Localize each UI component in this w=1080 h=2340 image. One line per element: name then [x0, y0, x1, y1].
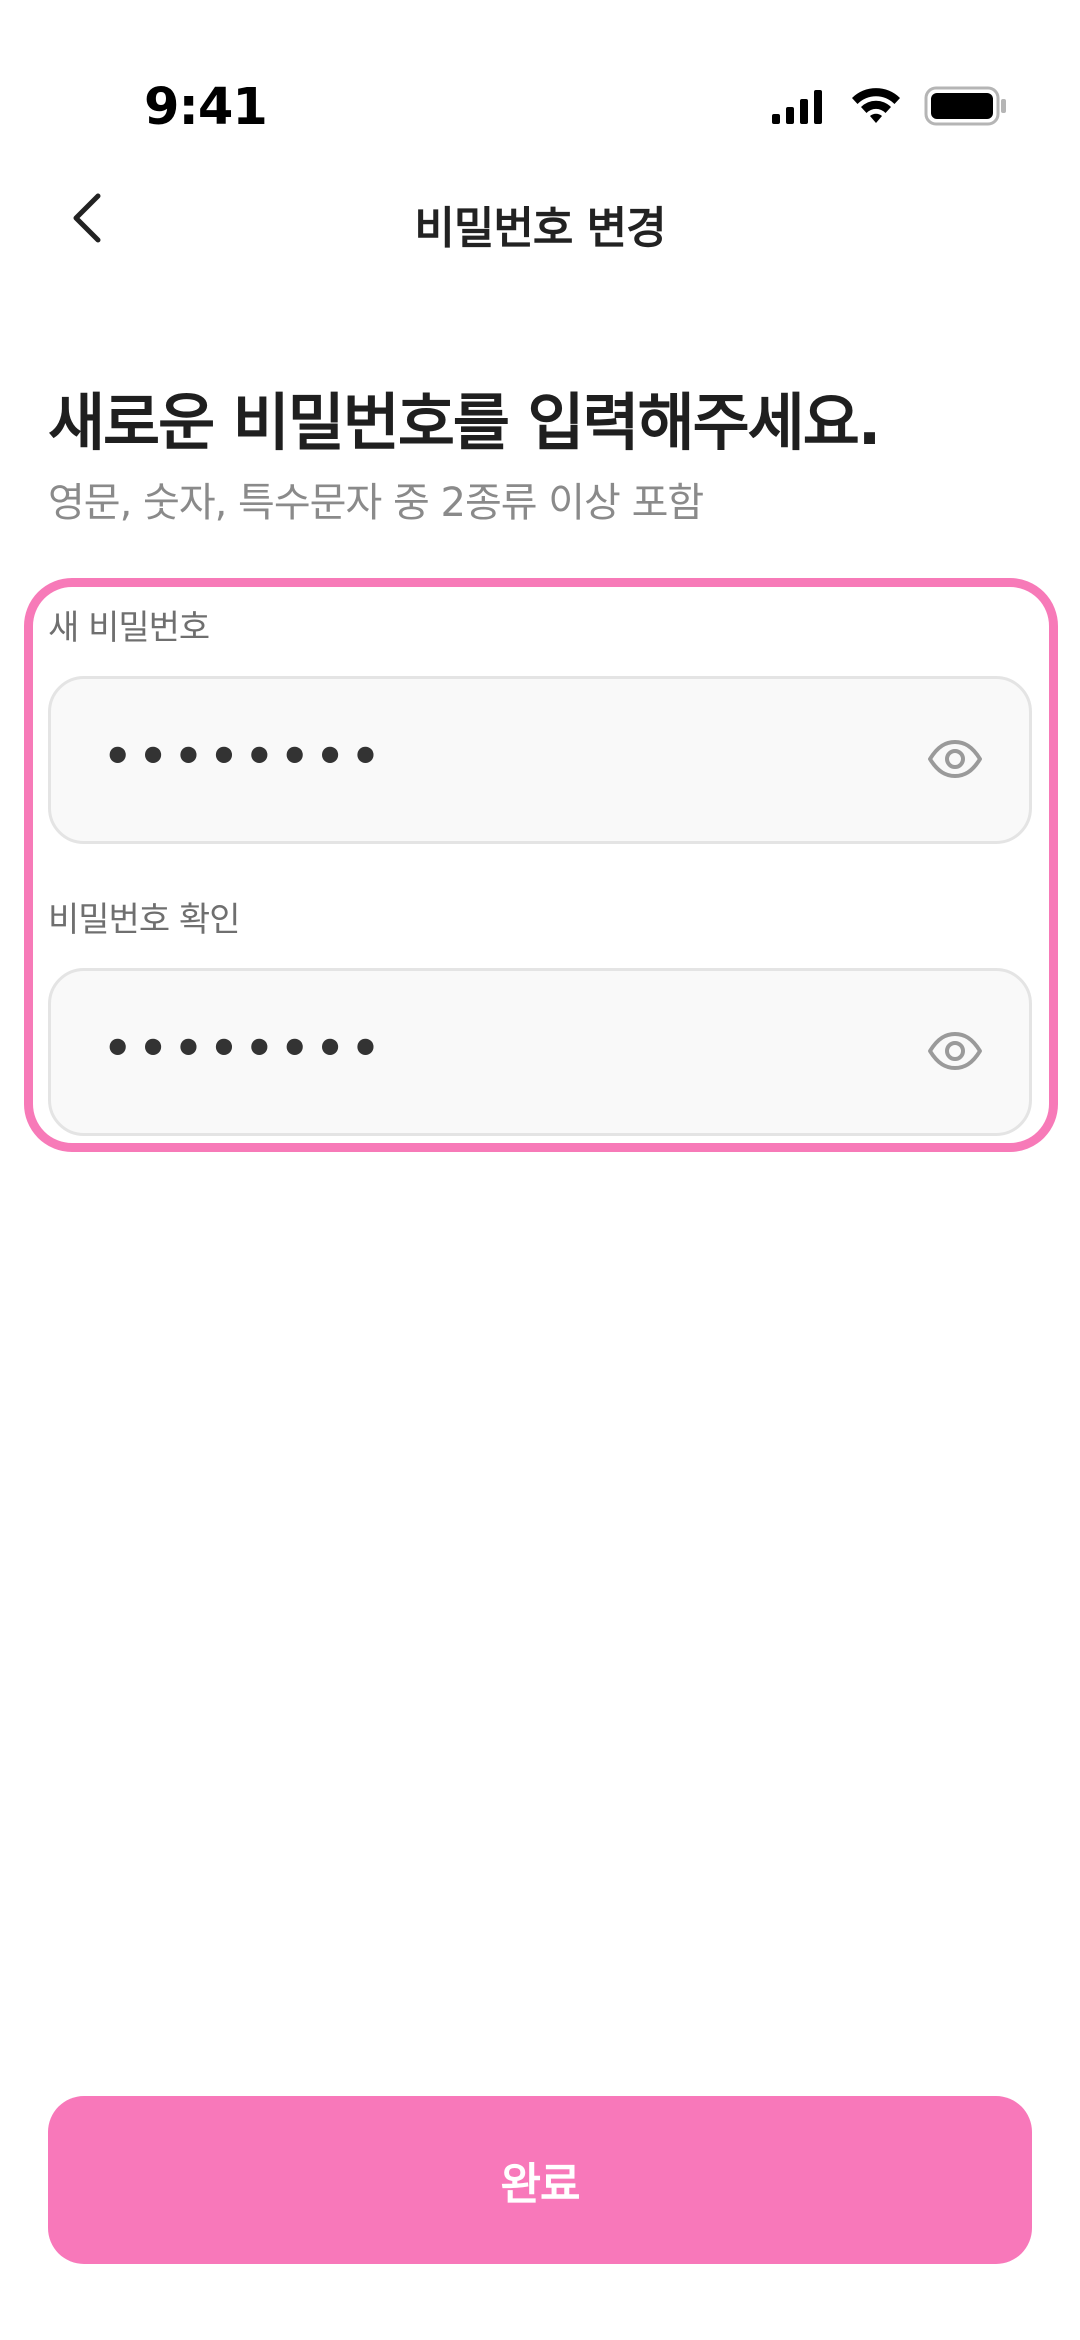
- status-icons: [772, 86, 1008, 130]
- confirm-password-field[interactable]: ••••••••: [48, 968, 1032, 1136]
- main-heading: 새로운 비밀번호를 입력해주세요.: [48, 386, 881, 459]
- confirm-password-visibility-toggle[interactable]: [925, 1023, 985, 1083]
- battery-icon: [924, 86, 1008, 130]
- eye-icon: [927, 739, 983, 783]
- wifi-icon: [850, 87, 902, 129]
- submit-button[interactable]: 완료: [48, 2096, 1032, 2264]
- page-title: 비밀번호 변경: [414, 203, 666, 254]
- confirm-password-label: 비밀번호 확인: [48, 900, 240, 940]
- screen: 9:41 비밀번호 변경 새로운 비밀번호를 입력해주세요. 영문, 숫자, 특…: [0, 0, 1080, 2340]
- new-password-value: ••••••••: [103, 729, 387, 783]
- confirm-password-value: ••••••••: [103, 1021, 387, 1075]
- status-time: 9:41: [144, 78, 268, 137]
- signal-icon: [772, 88, 828, 128]
- new-password-visibility-toggle[interactable]: [925, 731, 985, 791]
- header: 비밀번호 변경: [0, 180, 1080, 260]
- new-password-label: 새 비밀번호: [48, 608, 210, 648]
- password-rule-hint: 영문, 숫자, 특수문자 중 2종류 이상 포함: [48, 480, 704, 526]
- status-bar: 9:41: [0, 0, 1080, 170]
- eye-icon: [927, 1031, 983, 1075]
- new-password-field[interactable]: ••••••••: [48, 676, 1032, 844]
